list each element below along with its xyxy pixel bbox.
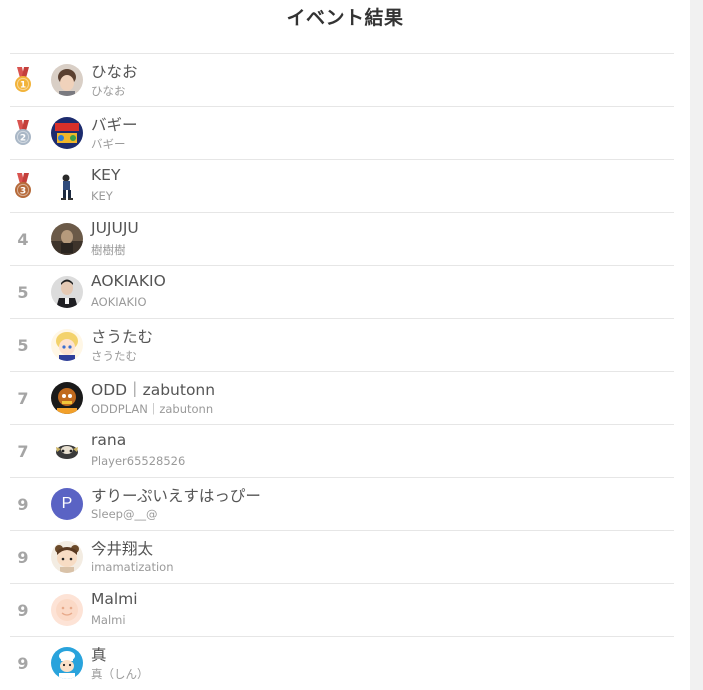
result-row[interactable]: 5 さうたむ さうたむ xyxy=(10,318,674,371)
rank-cell: 3 xyxy=(10,160,36,212)
rank-number: 9 xyxy=(17,653,29,673)
player-name[interactable]: AOKIAKIO xyxy=(91,272,166,290)
results-list: 1 ひなお ひなお 2 バギー バギー 3 KEY KEY 4 JUJUJU 樹樹樹 5 AOKIAKIO… xyxy=(10,53,674,689)
rank-cell: 9 xyxy=(10,531,36,583)
rank-number: 4 xyxy=(17,229,29,249)
result-row[interactable]: 2 バギー バギー xyxy=(10,106,674,159)
player-subname: 樹樹樹 xyxy=(91,243,126,257)
result-row[interactable]: 9 P すりーぷいえすはっぴー Sleep@__@ xyxy=(10,477,674,530)
player-subname: さうたむ xyxy=(91,349,137,363)
avatar[interactable] xyxy=(51,117,83,149)
player-name[interactable]: 今井翔太 xyxy=(91,537,153,559)
rank-cell: 7 xyxy=(10,425,36,477)
avatar[interactable] xyxy=(51,647,83,679)
result-row[interactable]: 1 ひなお ひなお xyxy=(10,53,674,106)
player-name[interactable]: rana xyxy=(91,431,126,449)
avatar[interactable] xyxy=(51,276,83,308)
player-subname: Sleep@__@ xyxy=(91,507,158,521)
scrollbar-track[interactable] xyxy=(690,0,703,690)
result-row[interactable]: 9 Malmi Malmi xyxy=(10,583,674,636)
avatar[interactable] xyxy=(51,170,83,202)
result-row[interactable]: 4 JUJUJU 樹樹樹 xyxy=(10,212,674,265)
rank-cell: 1 xyxy=(10,54,36,106)
avatar[interactable]: P xyxy=(51,488,83,520)
medal-rank-label: 2 xyxy=(20,134,26,144)
rank-cell: 9 xyxy=(10,584,36,636)
player-subname: ODDPLAN｜zabutonn xyxy=(91,402,214,416)
player-subname: AOKIAKIO xyxy=(91,295,147,309)
result-row[interactable]: 3 KEY KEY xyxy=(10,159,674,212)
rank-number: 9 xyxy=(17,547,29,567)
rank-cell: 9 xyxy=(10,637,36,689)
player-name[interactable]: さうたむ xyxy=(91,325,153,347)
gold-medal-icon: 1 xyxy=(15,67,31,92)
player-subname: KEY xyxy=(91,189,113,203)
silver-medal-icon: 2 xyxy=(15,120,31,145)
player-name[interactable]: ひなお xyxy=(91,60,138,82)
avatar[interactable] xyxy=(51,64,83,96)
player-subname: ひなお xyxy=(91,84,126,98)
avatar[interactable] xyxy=(51,435,83,467)
avatar[interactable] xyxy=(51,541,83,573)
player-name[interactable]: KEY xyxy=(91,166,120,184)
result-row[interactable]: 7 rana Player65528526 xyxy=(10,424,674,477)
result-row[interactable]: 9 今井翔太 imamatization xyxy=(10,530,674,583)
avatar-letter: P xyxy=(51,488,83,520)
rank-number: 5 xyxy=(17,335,29,355)
rank-number: 5 xyxy=(17,282,29,302)
player-subname: Player65528526 xyxy=(91,454,186,468)
rank-cell: 4 xyxy=(10,213,36,265)
result-row[interactable]: 5 AOKIAKIO AOKIAKIO xyxy=(10,265,674,318)
avatar[interactable] xyxy=(51,329,83,361)
bronze-medal-icon: 3 xyxy=(15,173,31,198)
player-subname: バギー xyxy=(91,137,126,151)
rank-cell: 9 xyxy=(10,478,36,530)
avatar[interactable] xyxy=(51,382,83,414)
rank-cell: 5 xyxy=(10,266,36,318)
rank-cell: 5 xyxy=(10,319,36,371)
player-name[interactable]: JUJUJU xyxy=(91,219,139,237)
player-name[interactable]: 真 xyxy=(91,643,107,665)
rank-number: 7 xyxy=(17,441,29,461)
rank-number: 9 xyxy=(17,494,29,514)
player-name[interactable]: バギー xyxy=(91,113,138,135)
rank-cell: 2 xyxy=(10,107,36,159)
player-subname: Malmi xyxy=(91,613,126,627)
medal-rank-label: 1 xyxy=(20,81,26,91)
rank-cell: 7 xyxy=(10,372,36,424)
rank-number: 9 xyxy=(17,600,29,620)
player-name[interactable]: すりーぷいえすはっぴー xyxy=(91,484,261,506)
avatar[interactable] xyxy=(51,223,83,255)
medal-rank-label: 3 xyxy=(20,187,26,197)
rank-number: 7 xyxy=(17,388,29,408)
avatar[interactable] xyxy=(51,594,83,626)
result-row[interactable]: 9 真真（しん） xyxy=(10,636,674,689)
player-subname: imamatization xyxy=(91,560,174,574)
player-subname: 真（しん） xyxy=(91,667,149,681)
result-row[interactable]: 7 ODD｜zabutonn ODDPLAN｜zabutonn xyxy=(10,371,674,424)
player-name[interactable]: ODD｜zabutonn xyxy=(91,378,215,400)
player-name[interactable]: Malmi xyxy=(91,590,138,608)
page-title: イベント結果 xyxy=(286,7,404,29)
